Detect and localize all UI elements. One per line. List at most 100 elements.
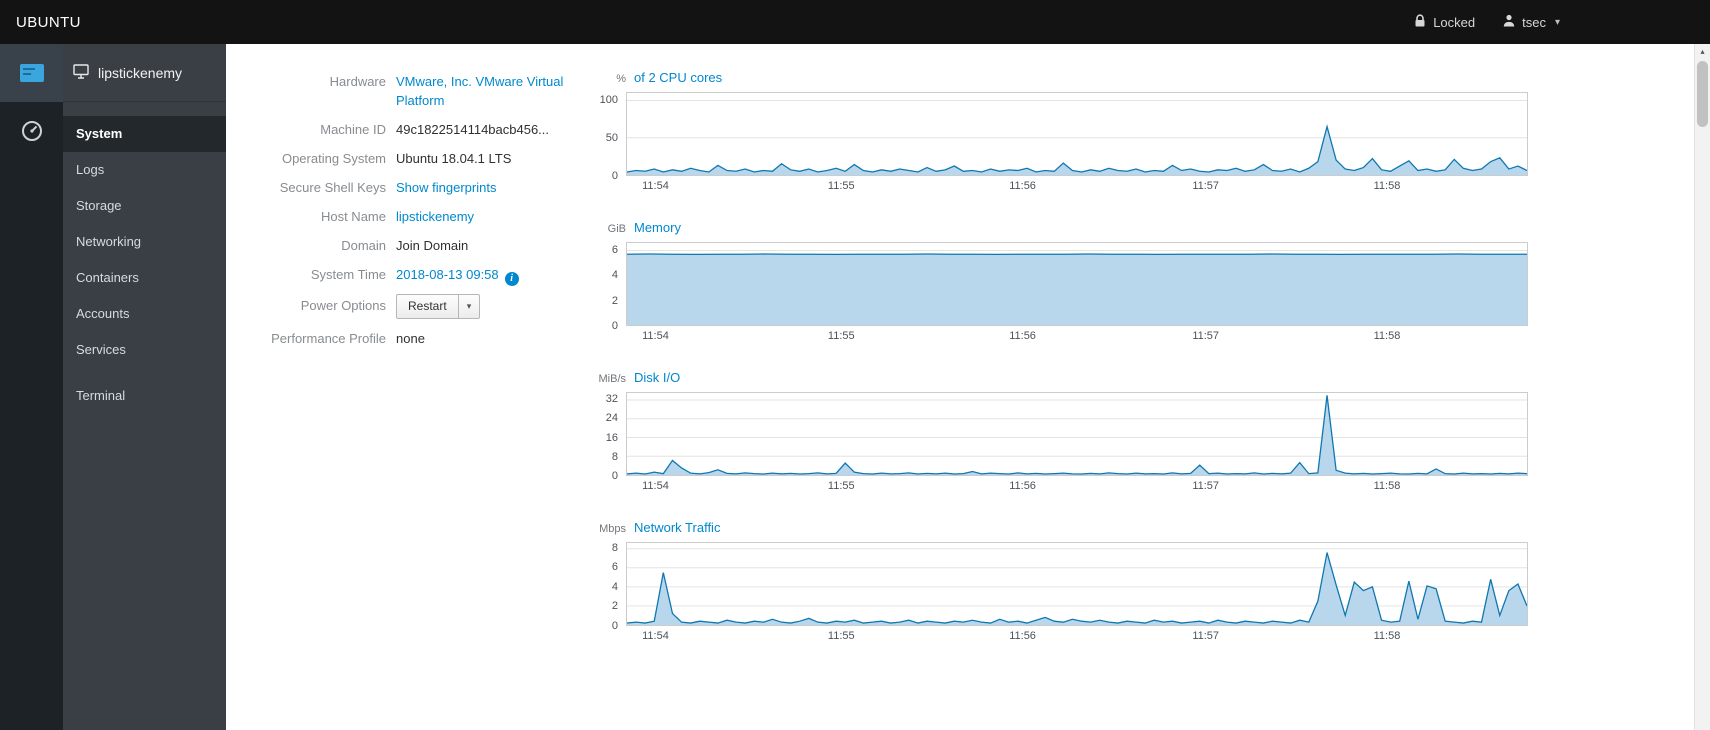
y-tick-label: 2 [611,294,618,307]
x-tick-label: 11:58 [1373,480,1401,492]
info-row-system-time: System Time 2018-08-13 09:58 i [266,263,596,286]
x-tick-label: 11:57 [1192,480,1220,492]
info-label-machine-id: Machine ID [320,122,386,137]
chart-header: % of 2 CPU cores [596,70,1536,85]
machine-icon [73,63,89,82]
scroll-up-arrow[interactable]: ▴ [1695,44,1710,59]
x-tick-label: 11:58 [1373,180,1401,192]
info-label-domain: Domain [341,238,386,253]
chart-of-2-cpu-cores: % of 2 CPU cores 0 50 100 11:54 11:55 11:56 11:5… [596,70,1536,193]
host-server-icon[interactable] [0,44,63,102]
system-time-link[interactable]: 2018-08-13 09:58 [396,267,499,282]
chart-title-link[interactable]: Memory [634,220,681,235]
chart-canvas [627,395,1527,475]
x-tick-label: 11:56 [1009,330,1036,342]
chart-area: 0 8 16 24 32 [596,392,1536,482]
info-value-power-options: Restart ▾ [396,293,481,319]
sidebar-item-services[interactable]: Services [63,332,226,368]
chart-title-link[interactable]: Network Traffic [634,520,720,535]
power-options-button-group: Restart ▾ [396,293,481,319]
x-tick-label: 11:55 [827,330,855,342]
info-value-performance-profile: none [396,327,425,348]
sidebar-item-storage[interactable]: Storage [63,188,226,224]
sidebar: lipstickenemy System Logs Storage Networkin… [0,44,226,730]
x-tick-label: 11:57 [1192,330,1220,342]
domain-action-link[interactable]: Join Domain [396,238,468,253]
scrollbar[interactable]: ▴ [1694,44,1710,730]
sidebar-item-accounts[interactable]: Accounts [63,296,226,332]
info-value-machine-id: 49c1822514114bacb456... [396,118,549,139]
dashboard-icon[interactable] [0,102,63,160]
y-tick-label: 0 [611,620,618,632]
sidebar-item-containers[interactable]: Containers [63,260,226,296]
locked-indicator[interactable]: Locked [1414,13,1475,31]
restart-button[interactable]: Restart [396,293,459,319]
chart-plot [626,92,1528,176]
x-tick-label: 11:56 [1009,480,1036,492]
info-label-performance-profile: Performance Profile [271,330,386,346]
chart-unit-label: Mbps [599,523,626,535]
system-info-panel: Hardware VMware, Inc. VMware Virtual Plat… [266,70,596,730]
sidebar-main: lipstickenemy System Logs Storage Networkin… [63,44,226,414]
y-tick-label: 0 [611,170,618,182]
secure-shell-keys-link[interactable]: Show fingerprints [396,180,496,195]
hardware-link[interactable]: VMware, Inc. VMware Virtual Platform [396,74,563,108]
info-icon[interactable]: i [504,272,519,286]
host-header[interactable]: lipstickenemy [63,44,226,102]
info-value-domain: Join Domain [396,234,468,255]
chart-x-axis: 11:54 11:55 11:56 11:57 11:58 [634,176,1536,193]
info-label-power-options: Power Options [300,298,386,313]
page-body: lipstickenemy System Logs Storage Networkin… [0,44,1710,730]
x-tick-label: 11:57 [1192,630,1220,642]
chart-y-axis: 0 2 4 6 [596,242,626,332]
y-tick-label: 24 [605,412,618,425]
cockpit-app: UBUNTU Locked tsec ▾ lipstickenemy Syste… [0,0,1710,730]
info-row-hardware: Hardware VMware, Inc. VMware Virtual Plat… [266,70,596,110]
chart-y-axis: 0 2 4 6 8 [596,541,626,632]
chart-header: Mbps Network Traffic [596,520,1536,535]
chart-header: GiB Memory [596,220,1536,235]
x-tick-label: 11:58 [1373,330,1401,342]
info-label-secure-shell-keys: Secure Shell Keys [279,180,386,195]
info-row-host-name: Host Name lipstickenemy [266,205,596,226]
x-tick-label: 11:56 [1009,180,1036,192]
user-label: tsec [1522,14,1546,30]
sidebar-nav: System Logs Storage Networking Containers Acc… [63,102,226,414]
restart-dropdown-toggle[interactable]: ▾ [458,293,481,319]
info-text: none [396,330,425,346]
y-tick-label: 6 [611,243,618,256]
chart-plot [626,542,1528,626]
chevron-down-icon: ▾ [1554,16,1560,28]
info-row-machine-id: Machine ID 49c1822514114bacb456... [266,118,596,139]
chart-title-link[interactable]: Disk I/O [634,370,680,385]
chart-area: 0 2 4 6 8 [596,541,1536,632]
y-tick-label: 16 [605,431,618,444]
y-tick-label: 2 [611,600,618,613]
y-tick-label: 0 [611,320,618,332]
info-label-operating-system: Operating System [281,151,386,166]
y-tick-label: 4 [611,580,618,593]
chart-title-link[interactable]: of 2 CPU cores [634,70,722,85]
user-menu[interactable]: tsec ▾ [1503,14,1560,30]
chart-canvas [627,548,1527,625]
sidebar-item-terminal[interactable]: Terminal [63,378,226,414]
y-tick-label: 32 [605,393,618,406]
scrollbar-thumb[interactable] [1697,61,1708,127]
y-tick-label: 8 [611,541,618,554]
charts-panel: % of 2 CPU cores 0 50 100 11:54 11:55 11:56 11:5… [596,70,1536,730]
sidebar-item-system[interactable]: System [63,116,226,152]
sidebar-item-networking[interactable]: Networking [63,224,226,260]
chart-unit-label: MiB/s [598,373,627,385]
info-row-operating-system: Operating System Ubuntu 18.04.1 LTS [266,147,596,168]
chart-plot [626,242,1528,326]
chart-y-axis: 0 8 16 24 32 [596,392,626,482]
chart-x-axis: 11:54 11:55 11:56 11:57 11:58 [634,476,1536,493]
host-name-link[interactable]: lipstickenemy [396,209,474,224]
info-row-performance-profile: Performance Profile none [266,327,596,348]
chart-unit-label: % [616,73,626,85]
y-tick-label: 4 [611,269,618,282]
x-tick-label: 11:57 [1192,180,1220,192]
main-content: Hardware VMware, Inc. VMware Virtual Plat… [226,44,1710,730]
x-tick-label: 11:56 [1009,630,1036,642]
sidebar-item-logs[interactable]: Logs [63,152,226,188]
